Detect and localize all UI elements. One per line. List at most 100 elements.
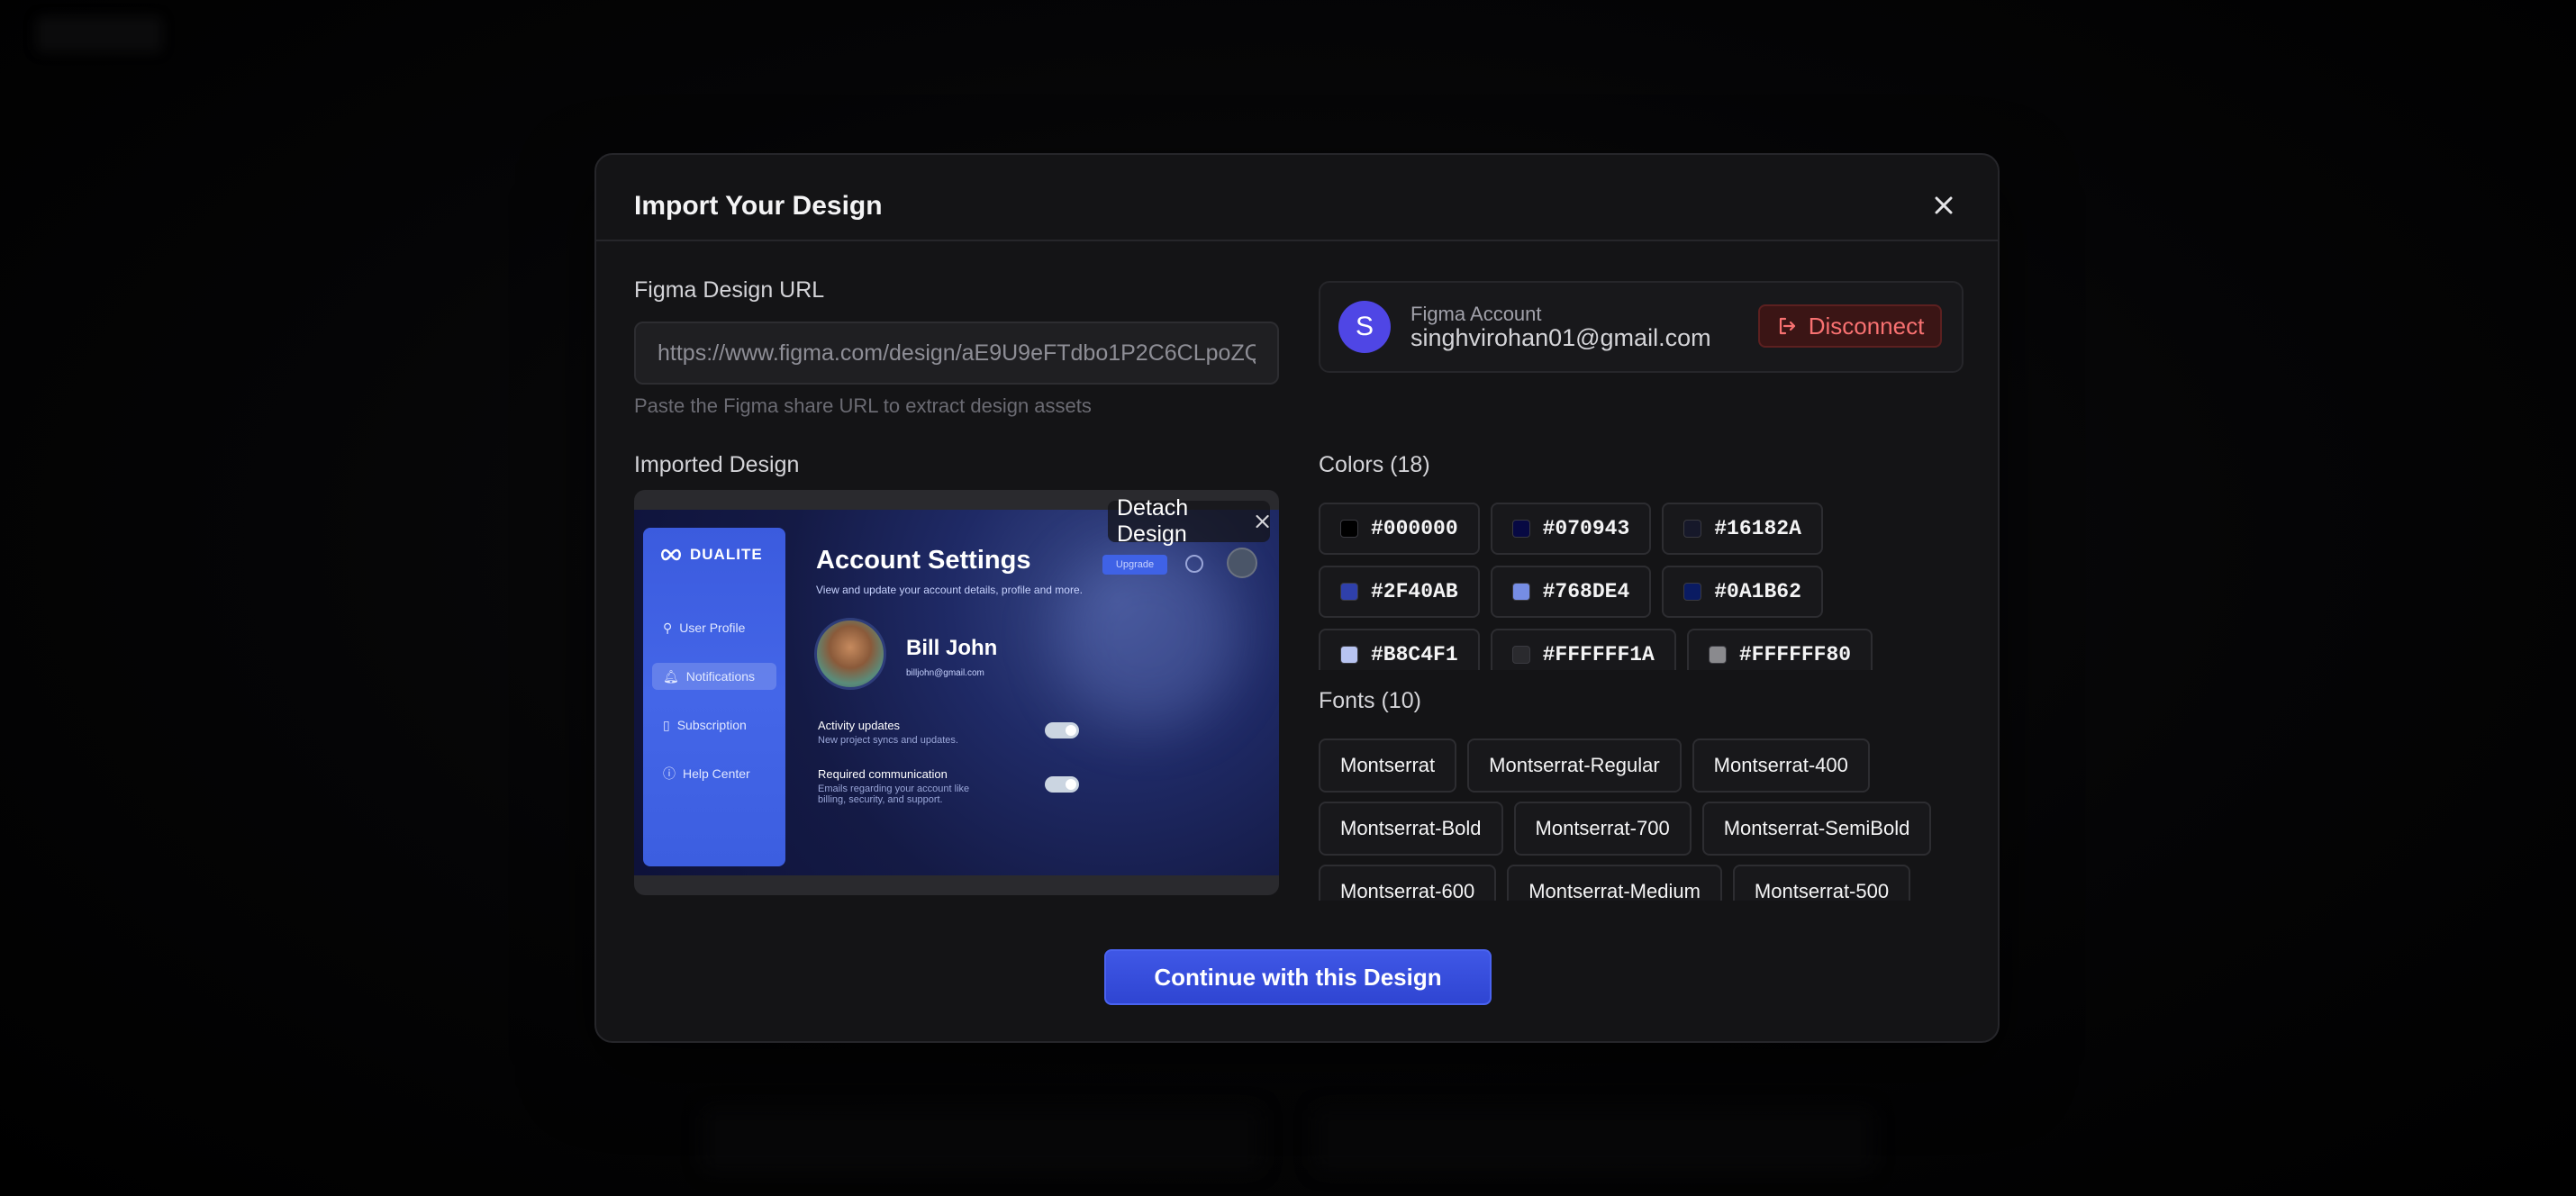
design-preview-image: DUALITE ⚲ User Profile 🔔︎ Notifications ▯ S… (634, 510, 1279, 875)
color-hex: #16182A (1714, 517, 1801, 540)
color-swatch (1511, 646, 1530, 664)
font-chip[interactable]: Montserrat-500 (1732, 865, 1911, 901)
imported-design-label: Imported Design (634, 452, 800, 477)
preview-toggle (1045, 776, 1079, 793)
figma-url-input[interactable] (634, 322, 1279, 385)
preview-nav-label: Help Center (683, 766, 750, 781)
preview-toggle (1045, 722, 1079, 738)
preview-help-icon (1185, 555, 1203, 573)
preview-setting-sub: New project syncs and updates. (818, 735, 958, 746)
color-chip[interactable]: #0A1B62 (1662, 566, 1823, 618)
preview-nav-item: 🔔︎ Notifications (652, 663, 776, 690)
user-icon: ⚲ (663, 620, 673, 635)
disconnect-label: Disconnect (1808, 312, 1925, 340)
preview-setting-sub: Emails regarding your account like billi… (818, 784, 970, 805)
account-label: Figma Account (1410, 303, 1542, 325)
color-swatch (1683, 583, 1702, 601)
disconnect-button[interactable]: Disconnect (1758, 304, 1942, 348)
font-chip[interactable]: Montserrat-600 (1319, 865, 1497, 901)
preview-nav-item: ▯ Subscription (652, 711, 776, 738)
color-chip-row: #2F40AB #768DE4 #0A1B62 (1319, 566, 1823, 618)
account-email: singhvirohan01@gmail.com (1410, 324, 1711, 351)
color-chip[interactable]: #B8C4F1 (1319, 629, 1480, 670)
color-swatch (1511, 583, 1530, 601)
figma-url-hint: Paste the Figma share URL to extract des… (634, 394, 1092, 417)
color-hex: #FFFFFF80 (1738, 643, 1852, 666)
figma-account-card: S Figma Account singhvirohan01@gmail.com… (1319, 281, 1964, 373)
font-chip-row: Montserrat-Bold Montserrat-700 Montserra… (1319, 802, 1932, 856)
close-icon (1256, 514, 1269, 529)
modal-header: Import Your Design (596, 155, 1998, 241)
modal-title: Import Your Design (634, 191, 883, 221)
color-chip-row: #B8C4F1 #FFFFFF1A #FFFFFF80 (1319, 629, 1873, 670)
close-icon (1935, 196, 1953, 214)
color-hex: #FFFFFF1A (1542, 643, 1655, 666)
continue-button[interactable]: Continue with this Design (1104, 949, 1492, 1005)
background-logo (36, 16, 162, 52)
font-chip[interactable]: Montserrat-Medium (1507, 865, 1722, 901)
color-hex: #070943 (1542, 517, 1630, 540)
preview-profile-avatar (814, 618, 886, 690)
font-chip-row: Montserrat Montserrat-Regular Montserrat… (1319, 738, 1870, 793)
preview-subtitle: View and update your account details, pr… (816, 584, 1083, 596)
font-chip[interactable]: Montserrat-SemiBold (1701, 802, 1932, 856)
fonts-label: Fonts (10) (1319, 688, 1421, 713)
color-chip[interactable]: #16182A (1662, 503, 1823, 555)
font-chip-row: Montserrat-600 Montserrat-Medium Montser… (1319, 865, 1911, 901)
color-chip[interactable]: #070943 (1490, 503, 1652, 555)
color-hex: #0A1B62 (1714, 580, 1801, 603)
color-chip[interactable]: #FFFFFF1A (1490, 629, 1676, 670)
detach-design-button[interactable]: Detach Design (1108, 495, 1270, 547)
font-chip[interactable]: Montserrat (1319, 738, 1457, 793)
preview-nav-label: Subscription (676, 718, 747, 732)
color-swatch (1683, 520, 1702, 538)
detach-label: Detach Design (1117, 495, 1189, 547)
preview-brand: DUALITE (659, 546, 763, 564)
background-panel (703, 1108, 1261, 1171)
color-swatch (1511, 520, 1530, 538)
preview-upgrade-button: Upgrade (1102, 555, 1167, 575)
preview-nav-item: ⚲ User Profile (652, 614, 776, 641)
color-swatch (1708, 646, 1727, 664)
import-design-modal: Import Your Design Figma Design URL Past… (594, 153, 2000, 1043)
color-swatch (1340, 583, 1358, 601)
preview-setting-title: Required communication (818, 767, 948, 781)
color-hex: #000000 (1371, 517, 1458, 540)
logout-icon (1779, 317, 1795, 335)
figma-url-label: Figma Design URL (634, 277, 825, 303)
color-swatch (1340, 520, 1358, 538)
font-chip[interactable]: Montserrat-Regular (1467, 738, 1682, 793)
preview-nav-label: Notifications (685, 669, 756, 684)
bell-icon: 🔔︎ (663, 668, 679, 684)
bookmark-icon: ▯ (663, 717, 670, 732)
preview-nav-label: User Profile (679, 621, 746, 635)
color-chip[interactable]: #FFFFFF80 (1686, 629, 1873, 670)
preview-user-email: billjohn@gmail.com (906, 668, 984, 678)
preview-title: Account Settings (816, 546, 1031, 575)
colors-label: Colors (18) (1319, 452, 1430, 477)
font-chip[interactable]: Montserrat-700 (1513, 802, 1692, 856)
infinity-logo-icon (661, 548, 681, 561)
color-hex: #B8C4F1 (1371, 643, 1458, 666)
preview-user-name: Bill John (906, 636, 998, 660)
preview-nav-item: ⓘ Help Center (652, 760, 776, 787)
color-chip[interactable]: #2F40AB (1319, 566, 1480, 618)
color-swatch (1340, 646, 1358, 664)
font-chip-list: Montserrat Montserrat-Regular Montserrat… (1319, 738, 1964, 901)
help-icon: ⓘ (663, 766, 676, 781)
color-hex: #768DE4 (1542, 580, 1630, 603)
font-chip[interactable]: Montserrat-Bold (1319, 802, 1503, 856)
preview-sidebar: DUALITE ⚲ User Profile 🔔︎ Notifications ▯ S… (643, 528, 785, 866)
preview-mini-avatar (1227, 548, 1257, 578)
color-chip-row: #000000 #070943 #16182A (1319, 503, 1823, 555)
design-preview-frame: DUALITE ⚲ User Profile 🔔︎ Notifications ▯ S… (634, 490, 1279, 895)
background-panel (1315, 1108, 1873, 1171)
color-hex: #2F40AB (1371, 580, 1458, 603)
close-button[interactable] (1926, 187, 1962, 223)
avatar: S (1338, 301, 1391, 353)
preview-brand-name: DUALITE (690, 546, 763, 563)
preview-setting-title: Activity updates (818, 719, 901, 732)
color-chip[interactable]: #768DE4 (1490, 566, 1652, 618)
color-chip[interactable]: #000000 (1319, 503, 1480, 555)
font-chip[interactable]: Montserrat-400 (1692, 738, 1870, 793)
